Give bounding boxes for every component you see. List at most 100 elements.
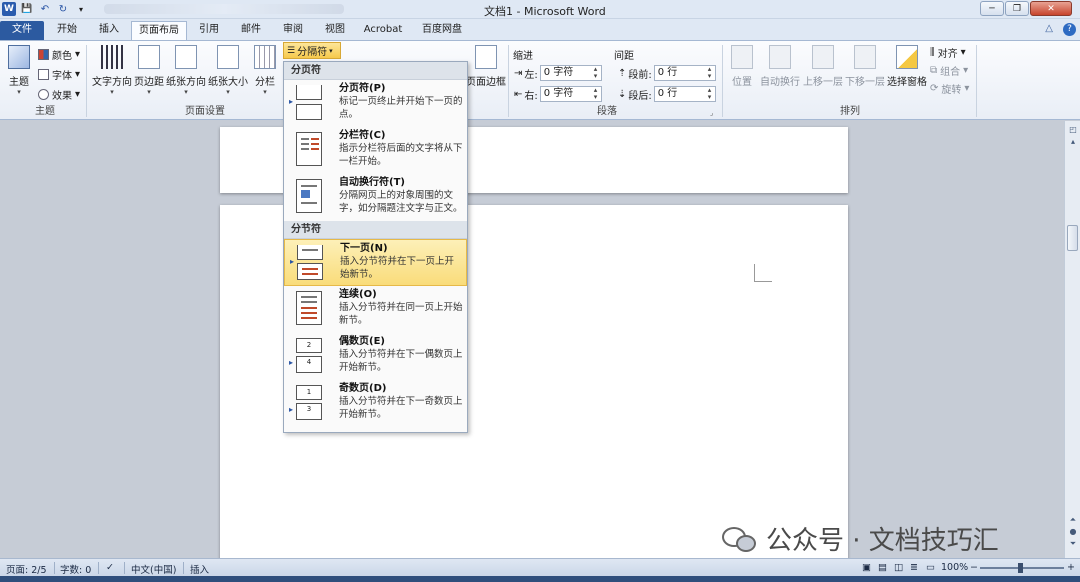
rotate-button[interactable]: ⟳ 旋转 ▾ (930, 81, 969, 96)
outline-view-icon[interactable]: ≣ (910, 562, 918, 573)
rotate-icon: ⟳ (930, 83, 939, 94)
ruler-toggle-icon[interactable]: ◰ (1068, 125, 1078, 134)
watermark-text: 公众号 · 文档技巧汇 (766, 526, 999, 556)
tab-baidu-netdisk[interactable]: 百度网盘 (414, 21, 470, 40)
menu-item-column-break[interactable]: 分栏符(C) 指示分栏符后面的文字将从下一栏开始。 (284, 127, 467, 174)
page-borders-icon (475, 45, 497, 69)
close-button[interactable]: ✕ (1030, 1, 1072, 16)
size-button[interactable]: 纸张大小 ▾ (208, 45, 248, 96)
menu-item-title: 偶数页(E) (339, 336, 385, 347)
ribbon: 主题 ▾ 颜色 ▾ 字体 ▾ 效果 ▾ 主题 文字方向 ▾ 页边距 ▾ 纸张方向 ▾ 纸张大… (0, 40, 1080, 120)
scroll-thumb[interactable] (1067, 225, 1078, 251)
spacing-after-input[interactable]: 0 行 (653, 86, 716, 102)
tab-view[interactable]: 视图 (318, 21, 352, 40)
menu-item-continuous[interactable]: 连续(O) 插入分节符并在同一页上开始新节。 (284, 286, 467, 333)
wechat-logo-icon (722, 525, 758, 553)
next-page-icon[interactable]: ⏷ (1068, 539, 1078, 548)
spacing-before-icon: ⇡ (618, 67, 627, 79)
breaks-button[interactable]: ☰ 分隔符 ▾ (283, 42, 341, 59)
breaks-icon: ☰ (287, 45, 296, 56)
zoom-level[interactable]: 100% (941, 562, 968, 573)
browse-object-icon[interactable]: ● (1068, 527, 1078, 536)
menu-item-text-wrapping-break[interactable]: 自动换行符(T) 分隔网页上的对象周围的文字，如分隔题注文字与正文。 (284, 174, 467, 221)
redo-icon[interactable]: ↻ (56, 2, 70, 16)
full-screen-reading-view-icon[interactable]: ▤ (878, 562, 887, 573)
group-button[interactable]: ⧉ 组合 ▾ (930, 63, 968, 78)
restore-button[interactable]: ❐ (1005, 1, 1029, 16)
indent-left-field[interactable]: ⇥ 左: 0 字符 (514, 65, 602, 81)
spacing-after-icon: ⇣ (618, 88, 627, 100)
tab-mailings[interactable]: 邮件 (234, 21, 268, 40)
dialog-launcher-icon[interactable]: ⌟ (710, 109, 713, 117)
word-count[interactable]: 字数: 0 (60, 562, 91, 576)
page-counter[interactable]: 页面: 2/5 (6, 562, 47, 576)
next-page-break-icon: ▸ (290, 245, 327, 281)
spacing-before-input[interactable]: 0 行 (653, 65, 716, 81)
help-icon[interactable]: ? (1063, 23, 1076, 36)
tab-page-layout[interactable]: 页面布局 (131, 21, 187, 40)
web-layout-view-icon[interactable]: ◫ (894, 562, 903, 573)
menu-item-next-page[interactable]: ▸ 下一页(N) 插入分节符并在下一页上开始新节。 (284, 239, 467, 286)
language-indicator[interactable]: 中文(中国) (131, 562, 176, 576)
theme-colors-button[interactable]: 颜色 ▾ (38, 47, 80, 62)
indent-right-input[interactable]: 0 字符 (539, 86, 602, 102)
selection-pane-button[interactable]: 选择窗格 (887, 45, 927, 88)
quick-access-toolbar: W 💾 ↶ ↻ ▾ (2, 2, 344, 16)
tab-references[interactable]: 引用 (192, 21, 226, 40)
proofing-icon[interactable]: ✓ (106, 562, 114, 573)
theme-effects-button[interactable]: 效果 ▾ (38, 87, 80, 102)
bring-forward-button[interactable]: 上移一层 (803, 45, 843, 88)
group-separator (86, 45, 87, 117)
orientation-button[interactable]: 纸张方向 ▾ (166, 45, 206, 96)
columns-button[interactable]: 分栏 ▾ (252, 45, 278, 96)
spacing-after-field[interactable]: ⇣ 段后: 0 行 (618, 86, 716, 102)
zoom-in-button[interactable]: + (1067, 562, 1075, 573)
dropdown-arrow-icon: ▾ (75, 49, 81, 60)
align-button[interactable]: ⫼ 对齐 ▾ (930, 45, 966, 60)
page-borders-button[interactable]: 页面边框 (466, 45, 506, 88)
text-direction-button[interactable]: 文字方向 ▾ (92, 45, 132, 96)
send-backward-icon (854, 45, 876, 69)
send-backward-button[interactable]: 下移一层 (845, 45, 885, 88)
margins-button[interactable]: 页边距 ▾ (134, 45, 164, 96)
print-layout-view-icon[interactable]: ▣ (862, 562, 871, 573)
zoom-out-button[interactable]: − (970, 562, 978, 573)
position-button[interactable]: 位置 (728, 45, 756, 88)
theme-fonts-button[interactable]: 字体 ▾ (38, 67, 80, 82)
vertical-scrollbar[interactable]: ◰ ▴ ⏶ ● ⏷ (1064, 121, 1080, 558)
undo-icon[interactable]: ↶ (38, 2, 52, 16)
indent-right-field[interactable]: ⇤ 右: 0 字符 (514, 86, 602, 102)
menu-item-odd-page[interactable]: 1 3 ▸ 奇数页(D) 插入分节符并在下一奇数页上开始新节。 (284, 380, 467, 427)
indent-right-icon: ⇤ (514, 88, 523, 100)
scroll-up-icon[interactable]: ▴ (1068, 137, 1078, 146)
wrap-text-button[interactable]: 自动换行 (760, 45, 800, 88)
tab-home[interactable]: 开始 (48, 21, 86, 40)
customize-qat-icon[interactable]: ▾ (74, 2, 88, 16)
page-break-icon: ▸ (289, 85, 326, 121)
collapse-ribbon-icon[interactable]: △ (1045, 23, 1053, 36)
spacing-before-field[interactable]: ⇡ 段前: 0 行 (618, 65, 716, 81)
indent-left-input[interactable]: 0 字符 (539, 65, 602, 81)
insert-mode[interactable]: 插入 (190, 562, 209, 576)
word-logo-icon[interactable]: W (2, 2, 16, 16)
zoom-slider-thumb[interactable] (1018, 563, 1023, 573)
previous-page-icon[interactable]: ⏶ (1068, 515, 1078, 524)
themes-button[interactable]: 主题 ▾ (6, 45, 32, 96)
save-icon[interactable]: 💾 (20, 2, 34, 16)
group-separator (722, 45, 723, 117)
tab-file[interactable]: 文件 (0, 21, 44, 40)
draft-view-icon[interactable]: ▭ (926, 562, 935, 573)
indent-left-label: 左: (524, 69, 538, 81)
fonts-label: 字体 (52, 71, 72, 82)
document-area[interactable] (0, 121, 1064, 565)
menu-item-even-page[interactable]: 2 4 ▸ 偶数页(E) 插入分节符并在下一偶数页上开始新节。 (284, 333, 467, 380)
tab-acrobat[interactable]: Acrobat (360, 21, 406, 40)
group-separator (508, 45, 509, 117)
tab-insert[interactable]: 插入 (90, 21, 128, 40)
spacing-before-label: 段前: (628, 69, 652, 81)
minimize-button[interactable]: ─ (980, 1, 1004, 16)
menu-item-page-break[interactable]: ▸ 分页符(P) 标记一页终止并开始下一页的点。 (284, 80, 467, 127)
tab-review[interactable]: 审阅 (276, 21, 310, 40)
selection-pane-label: 选择窗格 (887, 77, 927, 88)
menu-item-title: 奇数页(D) (339, 383, 387, 394)
